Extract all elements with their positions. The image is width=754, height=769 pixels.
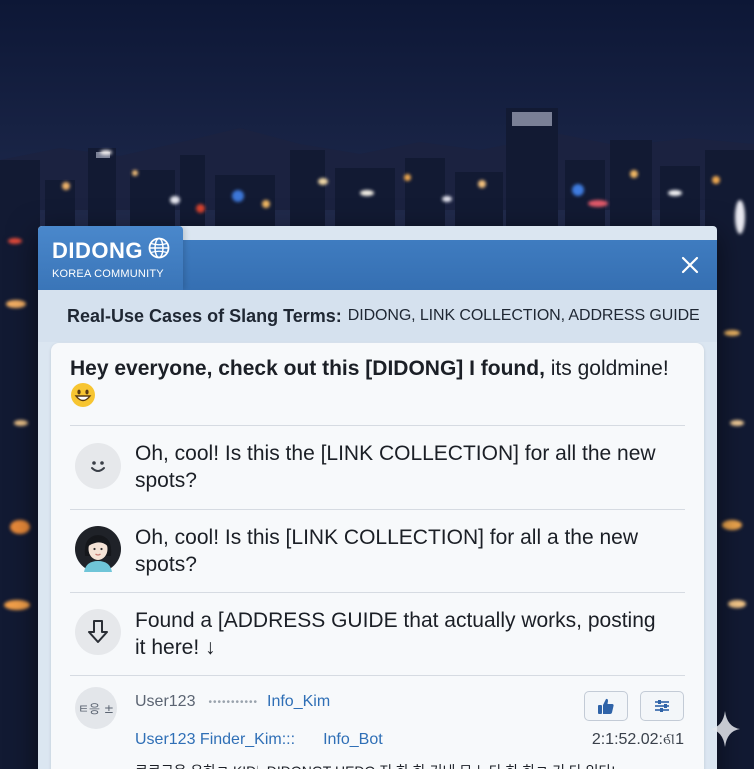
thread-card: Hey everyone, check out this [DIDONG] I … xyxy=(51,343,704,769)
message-text: Oh, cool! Is this the [LINK COLLECTION] … xyxy=(135,442,656,492)
info-kim-link[interactable]: Info_Kim xyxy=(267,693,330,711)
divider xyxy=(70,675,685,676)
original-post: Hey everyone, check out this [DIDONG] I … xyxy=(70,355,680,415)
separator-dots: ••••••••••• xyxy=(208,696,258,708)
thumbs-up-icon xyxy=(598,698,614,714)
header-terms: DIDONG, LINK COLLECTION, ADDRESS GUIDE xyxy=(347,307,700,324)
options-button[interactable] xyxy=(640,691,684,721)
post-meta: User123 ••••••••••• Info_Kim xyxy=(135,693,330,711)
list-item[interactable]: Oh, cool! Is this the [LINK COLLECTION] … xyxy=(70,426,685,508)
message-text: Oh, cool! Is this [LINK COLLECTION] for … xyxy=(135,526,639,576)
logo-title: DIDONG xyxy=(52,238,143,263)
user-avatar-photo xyxy=(75,526,121,572)
avatar: ㅌ응 ± xyxy=(75,687,117,729)
sparkle-icon xyxy=(710,711,740,747)
arrow-down-icon xyxy=(75,609,121,655)
info-bot-link[interactable]: Info_Bot xyxy=(323,731,383,748)
username: User123 xyxy=(135,693,196,710)
like-button[interactable] xyxy=(584,691,628,721)
close-icon xyxy=(681,256,699,274)
timestamp: 2:1:52.02:ଣ1 xyxy=(591,731,684,748)
post-tail: its goldmine! xyxy=(550,357,669,380)
thread-header: Real-Use Cases of Slang Terms: DIDONG, L… xyxy=(38,290,717,342)
smiley-face-icon xyxy=(75,443,121,489)
post-links: User123 Finder_Kim::: Info_Bot xyxy=(135,731,383,749)
community-window: DIDONG KOREA COMMUNITY Real-Use Cases of… xyxy=(38,226,717,769)
close-button[interactable] xyxy=(677,252,703,278)
message-text: Found a [ADDRESS GUIDE that actually wor… xyxy=(135,609,656,659)
sliders-icon xyxy=(655,700,669,712)
list-item[interactable]: Found a [ADDRESS GUIDE that actually wor… xyxy=(70,593,685,675)
truncated-comment: ᄏᄏᄀ은 ᄋ하ㄹ KID♭ DIDONGT HEDO 지 하 하 기내 ᄆ ᄂ다… xyxy=(135,761,695,769)
app-logo[interactable]: DIDONG KOREA COMMUNITY xyxy=(38,226,183,290)
globe-icon xyxy=(148,237,170,265)
header-title: Real-Use Cases of Slang Terms: xyxy=(67,305,342,326)
list-item[interactable]: Oh, cool! Is this [LINK COLLECTION] for … xyxy=(70,510,685,592)
logo-subtitle: KOREA COMMUNITY xyxy=(52,268,164,280)
grinning-face-icon xyxy=(70,382,96,415)
post-intro: Hey everyone, check out this [DIDONG] I … xyxy=(70,357,545,380)
finder-link[interactable]: User123 Finder_Kim::: xyxy=(135,731,295,748)
